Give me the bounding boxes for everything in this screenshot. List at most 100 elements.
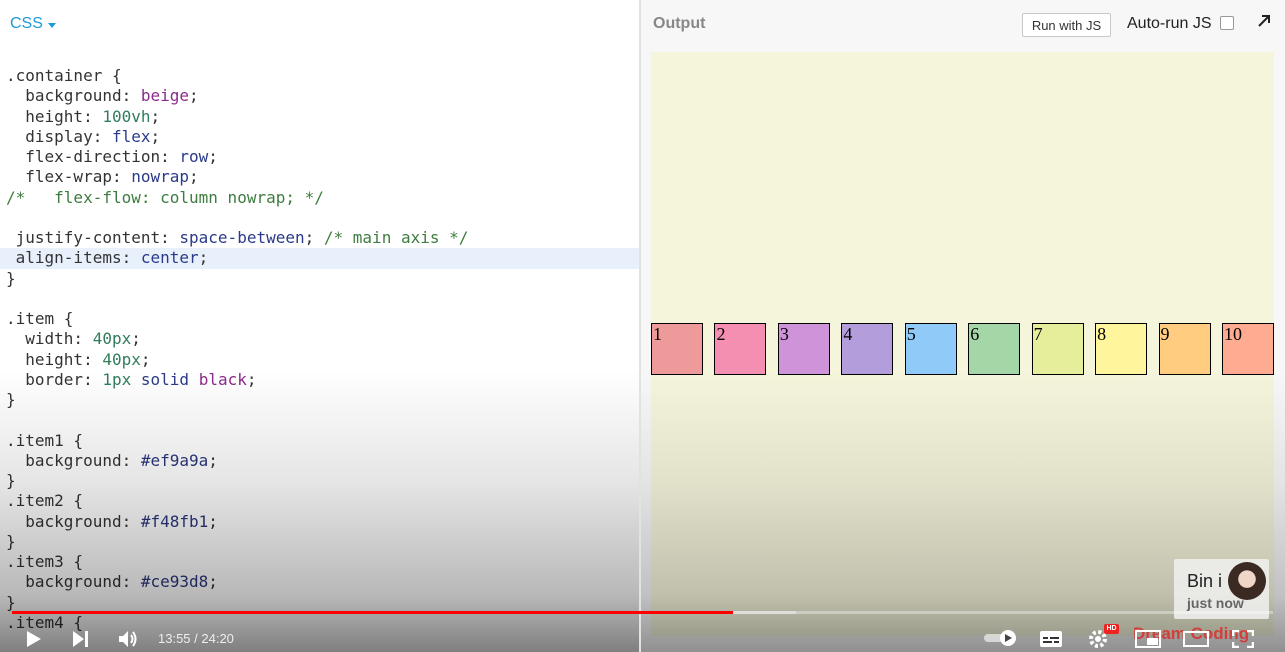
code-line[interactable]: align-items: center; — [0, 248, 640, 269]
code-token: ; — [208, 147, 218, 166]
code-line[interactable]: .item3 { — [0, 552, 640, 572]
flex-item-8: 8 — [1095, 323, 1148, 375]
autoplay-toggle-icon[interactable] — [983, 629, 1017, 647]
hd-badge: HD — [1104, 624, 1119, 634]
code-line[interactable]: display: flex; — [0, 127, 640, 147]
code-token: 100vh — [102, 106, 151, 126]
code-token: } — [6, 592, 16, 612]
code-token: flex — [111, 126, 151, 146]
code-token: } — [6, 390, 16, 409]
code-line[interactable]: /* flex-flow: column nowrap; */ — [0, 188, 640, 208]
code-token: ; — [246, 369, 257, 389]
flex-item-5: 5 — [904, 323, 957, 375]
code-line[interactable] — [0, 410, 640, 430]
fullscreen-icon[interactable] — [1232, 630, 1254, 648]
code-line[interactable]: .item1 { — [0, 431, 640, 451]
code-token: #ef9a9a — [140, 450, 209, 470]
flex-item-3: 3 — [777, 323, 830, 375]
code-token: space-between — [179, 228, 305, 247]
code-token: .item3 { — [6, 552, 84, 571]
code-token: background: — [6, 511, 141, 531]
code-token: display: — [6, 126, 112, 146]
css-editor-pane[interactable]: CSS .container { background: beige; heig… — [0, 0, 640, 652]
code-line[interactable] — [0, 289, 640, 309]
code-token: 1px — [102, 369, 132, 389]
flex-item-7: 7 — [1031, 323, 1084, 375]
code-token: 40px — [102, 349, 141, 369]
flex-items-row: 1 2 3 4 5 6 7 8 9 10 — [651, 323, 1274, 375]
expand-icon[interactable] — [1255, 12, 1273, 30]
code-token: border: — [6, 369, 103, 389]
code-line[interactable]: flex-direction: row; — [0, 147, 640, 167]
subtitles-icon[interactable] — [1039, 629, 1063, 649]
progress-played — [12, 611, 734, 614]
code-token: ; — [131, 329, 141, 349]
code-line[interactable]: background: #ef9a9a; — [0, 451, 640, 471]
play-icon[interactable] — [24, 629, 44, 649]
code-line[interactable]: } — [0, 471, 640, 491]
code-token: justify-content: — [6, 228, 180, 247]
code-token: row — [179, 147, 209, 166]
code-line[interactable]: .item2 { — [0, 491, 640, 511]
code-token: solid — [140, 369, 190, 389]
run-with-js-button[interactable]: Run with JS — [1022, 13, 1111, 37]
code-line[interactable]: .item { — [0, 309, 640, 329]
code-line[interactable] — [0, 208, 640, 228]
code-line[interactable]: justify-content: space-between; /* main … — [0, 228, 640, 248]
flex-item-4: 4 — [841, 323, 894, 375]
code-line[interactable]: .container { — [0, 66, 640, 86]
code-line[interactable]: height: 40px; — [0, 350, 640, 370]
code-token: flex-wrap: — [6, 167, 132, 187]
notification-card[interactable]: Bin i just now — [1174, 559, 1269, 619]
language-dropdown[interactable]: CSS — [10, 14, 56, 34]
output-pane: Output Run with JS Auto-run JS 123456789… — [641, 0, 1285, 652]
miniplayer-icon[interactable] — [1135, 630, 1161, 648]
code-token: .item1 { — [6, 430, 84, 450]
code-token: height: — [6, 349, 103, 369]
output-title: Output — [653, 15, 706, 32]
code-token: width: — [6, 329, 93, 349]
code-area[interactable]: .container { background: beige; height: … — [0, 66, 640, 633]
code-token: height: — [6, 106, 103, 126]
code-token: background: — [6, 572, 141, 592]
next-icon[interactable] — [71, 629, 91, 649]
code-line[interactable]: .item4 { — [0, 613, 640, 633]
flex-item-2: 2 — [714, 323, 767, 375]
code-line[interactable]: width: 40px; — [0, 329, 640, 349]
code-line[interactable]: } — [0, 593, 640, 613]
code-token: 40px — [92, 329, 132, 349]
volume-icon[interactable] — [117, 628, 139, 650]
code-token: ; — [150, 126, 161, 146]
code-token: .item { — [6, 309, 74, 328]
code-line[interactable]: background: #ce93d8; — [0, 572, 640, 592]
code-line[interactable]: } — [0, 532, 640, 552]
flex-item-9: 9 — [1158, 323, 1211, 375]
code-token: ; — [189, 167, 199, 187]
progress-bar[interactable] — [12, 611, 1273, 614]
code-line[interactable]: } — [0, 390, 640, 410]
code-token: ; — [140, 349, 151, 369]
code-line[interactable]: height: 100vh; — [0, 107, 640, 127]
flex-item-10: 10 — [1221, 323, 1274, 375]
code-token: ; — [189, 86, 199, 106]
code-line[interactable]: background: #f48fb1; — [0, 512, 640, 532]
code-token: } — [6, 531, 16, 551]
code-line[interactable]: border: 1px solid black; — [0, 370, 640, 390]
code-token: #ce93d8 — [140, 572, 209, 592]
flex-item-6: 6 — [968, 323, 1021, 375]
time-display: 13:55 / 24:20 — [158, 631, 234, 646]
code-line[interactable]: } — [0, 269, 640, 289]
code-token: .item2 { — [6, 491, 84, 511]
notification-time: just now — [1187, 595, 1244, 611]
code-line[interactable]: flex-wrap: nowrap; — [0, 167, 640, 187]
autorun-checkbox[interactable] — [1220, 16, 1234, 30]
avatar — [1228, 562, 1266, 600]
code-token: #f48fb1 — [140, 511, 209, 531]
flex-item-1: 1 — [651, 323, 703, 375]
code-token: ; — [208, 572, 218, 592]
theater-mode-icon[interactable] — [1183, 630, 1209, 648]
code-token: align-items: — [6, 248, 141, 268]
code-line[interactable]: background: beige; — [0, 86, 640, 106]
language-label: CSS — [10, 15, 43, 32]
